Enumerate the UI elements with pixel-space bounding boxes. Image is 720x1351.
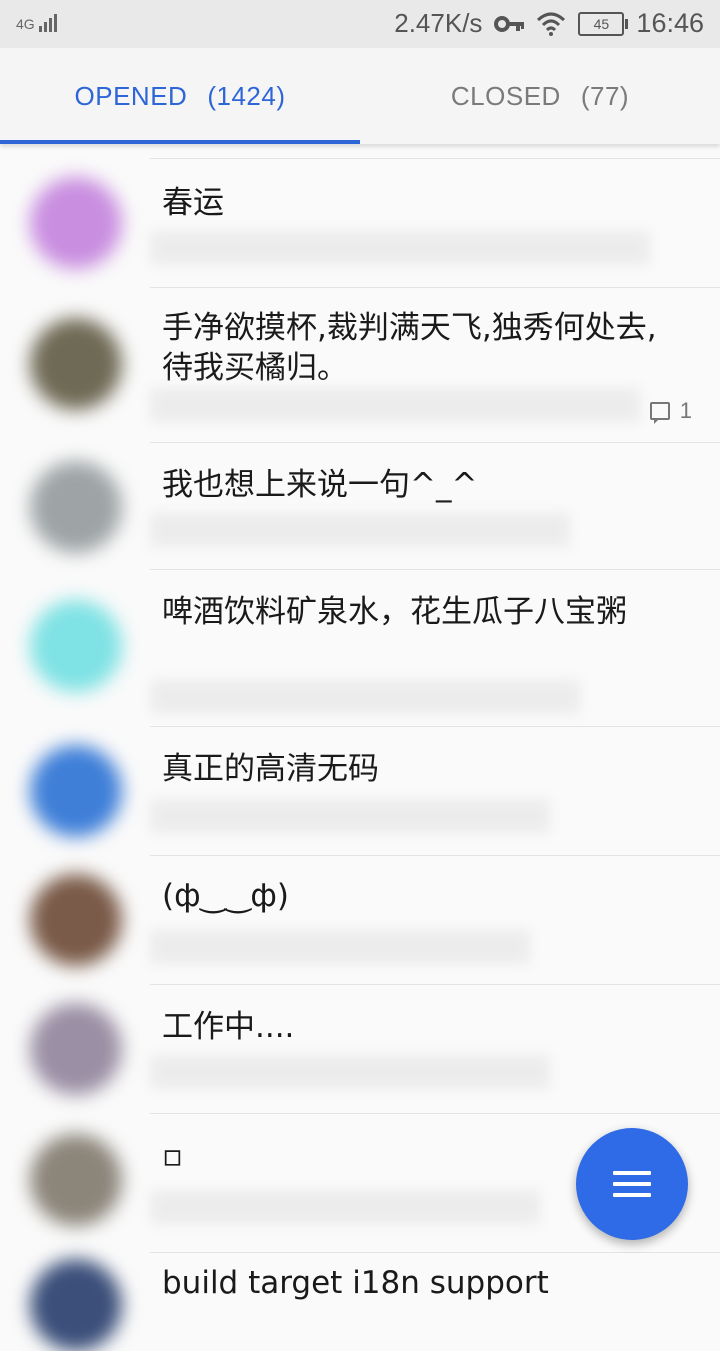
- network-indicator: 4G: [16, 12, 57, 32]
- comment-count-value: 1: [679, 398, 692, 423]
- clock: 16:46: [636, 8, 704, 38]
- key-icon: [494, 15, 525, 32]
- issue-title: 春运: [162, 185, 224, 221]
- comment-icon: [649, 402, 670, 424]
- issue-list-item[interactable]: 我也想上来说一句^_^: [30, 442, 720, 569]
- issue-list-item[interactable]: (ф‿‿ф): [30, 855, 720, 984]
- avatar: [30, 1003, 122, 1095]
- issue-meta-blurred: [150, 388, 640, 422]
- issue-list-item[interactable]: 工作中....: [30, 984, 720, 1113]
- signal-icon: [38, 12, 57, 32]
- menu-icon: [613, 1171, 651, 1197]
- avatar: [30, 745, 122, 837]
- issue-list-item[interactable]: 啤酒饮料矿泉水，花生瓜子八宝粥: [30, 569, 720, 726]
- issue-state-tabs: OPENED (1424) CLOSED (77): [0, 48, 720, 144]
- tab-opened[interactable]: OPENED (1424): [0, 48, 360, 144]
- tab-closed-count: (77): [580, 80, 630, 111]
- battery-icon: 45: [578, 11, 629, 36]
- issue-list-item[interactable]: 春运: [30, 158, 720, 287]
- avatar: [30, 600, 122, 692]
- issue-meta-blurred: [150, 930, 530, 964]
- issue-meta-blurred: [150, 231, 650, 265]
- status-bar: 4G 2.47K/s 45 16:46: [0, 0, 720, 48]
- issue-meta-blurred: [150, 680, 580, 714]
- issue-list-item[interactable]: 真正的高清无码: [30, 726, 720, 855]
- menu-fab-button[interactable]: [576, 1128, 688, 1240]
- avatar: [30, 461, 122, 553]
- active-tab-indicator: [0, 140, 360, 144]
- issue-title: 手净欲摸杯,裁判满天飞,独秀何处去,待我买橘归。: [162, 310, 657, 386]
- issue-meta-blurred: [150, 1190, 540, 1224]
- tab-opened-count: (1424): [207, 80, 286, 111]
- issue-title: 我也想上来说一句^_^: [162, 467, 478, 503]
- avatar: [30, 1134, 122, 1226]
- issue-meta-blurred: [150, 1055, 550, 1089]
- tab-opened-label: OPENED: [74, 80, 188, 111]
- issue-title: 啤酒饮料矿泉水，花生瓜子八宝粥: [162, 594, 627, 630]
- issue-title: (ф‿‿ф): [162, 878, 290, 914]
- issue-list-item[interactable]: 手净欲摸杯,裁判满天飞,独秀何处去,待我买橘归。 1: [30, 287, 720, 442]
- issue-list-item[interactable]: build target i18n support: [30, 1252, 720, 1351]
- tab-closed[interactable]: CLOSED (77): [360, 48, 720, 144]
- issue-title: build target i18n support: [162, 1265, 549, 1301]
- avatar: [30, 1259, 122, 1351]
- wifi-icon: [537, 12, 566, 36]
- avatar: [30, 177, 122, 269]
- tab-closed-label: CLOSED: [450, 80, 561, 111]
- issue-title: 工作中....: [162, 1009, 295, 1045]
- network-type: 4G: [16, 16, 35, 32]
- network-speed: 2.47K/s: [394, 8, 483, 38]
- comment-count: 1: [649, 398, 692, 424]
- issue-meta-blurred: [150, 513, 570, 547]
- issue-title: 真正的高清无码: [162, 751, 379, 787]
- avatar: [30, 318, 122, 410]
- avatar: [30, 874, 122, 966]
- issue-meta-blurred: [150, 799, 550, 833]
